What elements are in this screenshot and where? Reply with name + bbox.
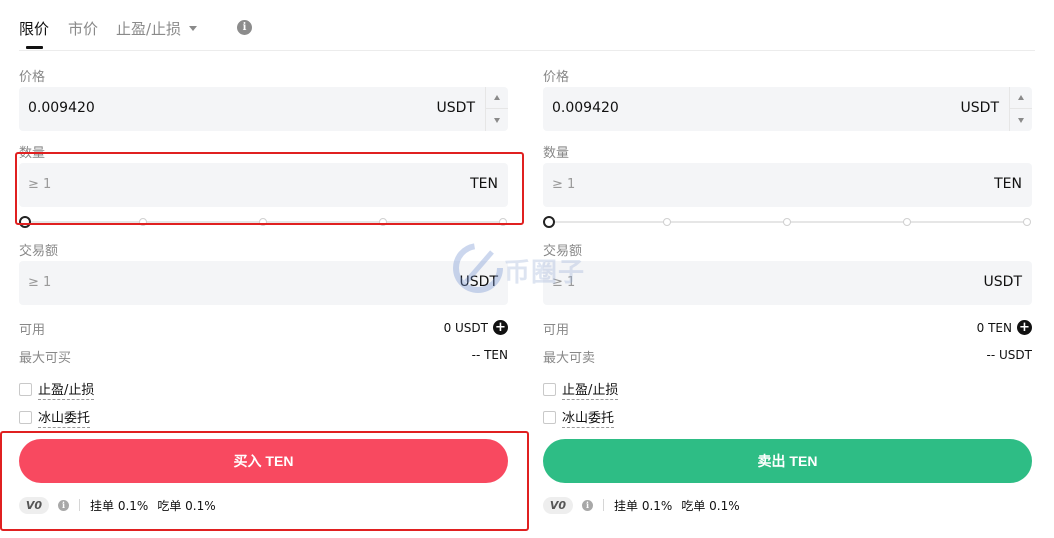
available-value-group: 0 TEN + — [977, 320, 1032, 335]
price-unit: USDT — [960, 100, 999, 116]
max-sell-label: 最大可卖 — [543, 351, 596, 366]
decrement-button[interactable] — [1010, 109, 1032, 131]
price-stepper[interactable] — [1009, 87, 1032, 131]
caret-down-icon — [494, 117, 500, 123]
add-funds-icon[interactable]: + — [1017, 320, 1032, 335]
tpsl-checkbox-row[interactable]: 止盈/止损 — [543, 379, 619, 400]
divider — [603, 499, 604, 511]
price-unit: USDT — [436, 100, 475, 116]
sell-total-input[interactable]: ≥ 1 USDT — [543, 261, 1032, 305]
available-value: 0 TEN — [976, 320, 1012, 335]
sell-button[interactable]: 卖出 TEN — [543, 439, 1032, 483]
sell-panel: 价格 0.009420 USDT 数量 ≥ 1 TEN 交易额 ≥ 1 USDT… — [543, 0, 1032, 538]
taker-fee: 吃单 0.1% — [681, 498, 740, 513]
tpsl-checkbox-label[interactable]: 止盈/止损 — [38, 379, 95, 400]
price-stepper[interactable] — [485, 87, 508, 131]
info-icon[interactable]: i — [582, 499, 593, 511]
decrement-button[interactable] — [486, 109, 508, 131]
max-buy-label: 最大可买 — [19, 351, 72, 366]
amount-unit: TEN — [994, 176, 1022, 192]
iceberg-checkbox-row[interactable]: 冰山委托 — [543, 407, 615, 428]
total-label: 交易额 — [19, 244, 59, 259]
slider-node-25[interactable] — [663, 218, 671, 226]
caret-down-icon — [1018, 117, 1024, 123]
price-value: 0.009420 — [28, 100, 95, 116]
total-placeholder: ≥ 1 — [28, 275, 52, 290]
available-label: 可用 — [543, 323, 570, 338]
highlight-box-amount — [15, 152, 524, 225]
tpsl-checkbox[interactable] — [19, 382, 32, 396]
available-value-group: 0 USDT + — [444, 320, 508, 335]
iceberg-checkbox-row[interactable]: 冰山委托 — [19, 407, 91, 428]
available-value: 0 USDT — [443, 320, 488, 335]
iceberg-checkbox-label[interactable]: 冰山委托 — [562, 407, 615, 428]
maker-fee: 挂单 0.1% — [614, 498, 673, 513]
sell-amount-input[interactable]: ≥ 1 TEN — [543, 163, 1032, 207]
tpsl-checkbox-label[interactable]: 止盈/止损 — [562, 379, 619, 400]
available-label: 可用 — [19, 323, 46, 338]
price-label: 价格 — [543, 70, 570, 85]
vip-badge[interactable]: V0 — [543, 496, 573, 514]
tpsl-checkbox-row[interactable]: 止盈/止损 — [19, 379, 95, 400]
slider-handle[interactable] — [543, 216, 555, 228]
max-sell-row: 最大可卖 -- USDT — [543, 347, 1032, 366]
total-unit: USDT — [983, 274, 1022, 290]
iceberg-checkbox-label[interactable]: 冰山委托 — [38, 407, 91, 428]
add-funds-icon[interactable]: + — [493, 320, 508, 335]
amount-label: 数量 — [543, 146, 570, 161]
available-row: 可用 0 TEN + — [543, 319, 1032, 338]
increment-button[interactable] — [1010, 87, 1032, 109]
sell-price-input[interactable]: 0.009420 USDT — [543, 87, 1032, 131]
amount-placeholder: ≥ 1 — [552, 177, 576, 192]
caret-up-icon — [494, 95, 500, 100]
price-value: 0.009420 — [552, 100, 619, 116]
price-label: 价格 — [19, 70, 46, 85]
highlight-box-buy — [0, 431, 529, 531]
max-sell-value: -- USDT — [986, 348, 1032, 362]
iceberg-checkbox[interactable] — [543, 410, 556, 424]
iceberg-checkbox[interactable] — [19, 410, 32, 424]
available-row: 可用 0 USDT + — [19, 319, 508, 338]
max-buy-value: -- TEN — [471, 348, 508, 362]
slider-node-75[interactable] — [903, 218, 911, 226]
total-unit: USDT — [459, 274, 498, 290]
slider-node-50[interactable] — [783, 218, 791, 226]
buy-total-input[interactable]: ≥ 1 USDT — [19, 261, 508, 305]
tpsl-checkbox[interactable] — [543, 382, 556, 396]
total-placeholder: ≥ 1 — [552, 275, 576, 290]
buy-price-input[interactable]: 0.009420 USDT — [19, 87, 508, 131]
total-label: 交易额 — [543, 244, 583, 259]
max-buy-row: 最大可买 -- TEN — [19, 347, 508, 366]
sell-amount-slider[interactable] — [543, 216, 1032, 228]
fee-row: V0 i 挂单 0.1% 吃单 0.1% — [543, 495, 749, 515]
increment-button[interactable] — [486, 87, 508, 109]
caret-up-icon — [1018, 95, 1024, 100]
slider-node-100[interactable] — [1023, 218, 1031, 226]
